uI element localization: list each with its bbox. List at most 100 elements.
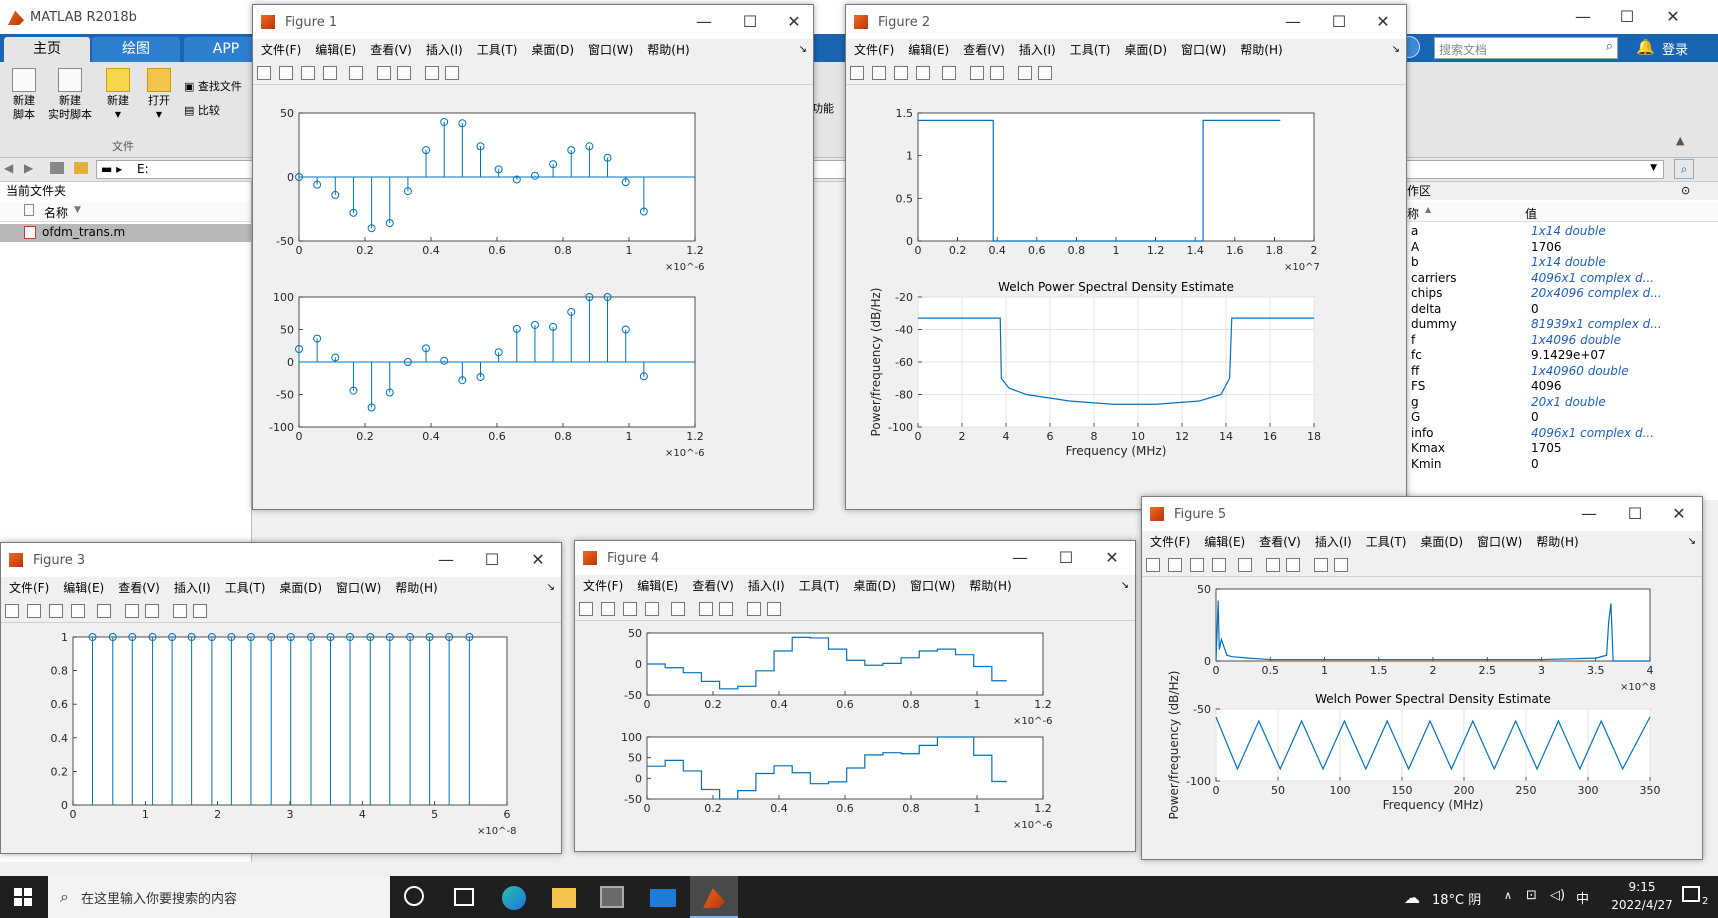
- workspace-row[interactable]: a 1x14 double: [1411, 224, 1606, 241]
- colorbar-icon[interactable]: [970, 66, 984, 80]
- new-script-button[interactable]: 新建 脚本: [6, 68, 42, 122]
- menu-item[interactable]: 桌面(D): [853, 575, 896, 597]
- menu-item[interactable]: 窗口(W): [588, 39, 633, 61]
- menu-item[interactable]: 窗口(W): [1181, 39, 1226, 61]
- legend-icon[interactable]: [1286, 558, 1300, 572]
- pointer-icon[interactable]: [425, 66, 439, 80]
- dock-icon[interactable]: ↘: [547, 577, 555, 599]
- new-figure-icon[interactable]: [257, 66, 271, 80]
- open-button[interactable]: 打开 ▼: [142, 68, 176, 122]
- workspace-row[interactable]: Kmin 0: [1411, 457, 1539, 474]
- open-file-icon[interactable]: [27, 604, 41, 618]
- menu-item[interactable]: 文件(F): [1150, 531, 1190, 553]
- colorbar-icon[interactable]: [699, 602, 713, 616]
- menu-item[interactable]: 帮助(H): [395, 577, 437, 599]
- search-folder-icon[interactable]: ⌕: [1674, 159, 1694, 179]
- workspace-row[interactable]: fc 9.1429e+07: [1411, 348, 1606, 365]
- save-icon[interactable]: [1190, 558, 1204, 572]
- maximize-icon[interactable]: ☐: [1612, 497, 1658, 531]
- minimize-icon[interactable]: —: [423, 543, 469, 577]
- property-editor-icon[interactable]: [193, 604, 207, 618]
- close-icon[interactable]: ✕: [515, 543, 561, 577]
- compare-button[interactable]: ▤ 比较: [184, 104, 220, 118]
- property-editor-icon[interactable]: [445, 66, 459, 80]
- column-header[interactable]: 名称 ▼: [0, 202, 251, 222]
- menu-item[interactable]: 编辑(E): [908, 39, 949, 61]
- menu-item[interactable]: 窗口(W): [336, 577, 381, 599]
- property-editor-icon[interactable]: [767, 602, 781, 616]
- link-icon[interactable]: [97, 604, 111, 618]
- workspace-row[interactable]: ff 1x40960 double: [1411, 364, 1629, 381]
- pointer-icon[interactable]: [1314, 558, 1328, 572]
- notification-icon[interactable]: [1682, 886, 1700, 902]
- menu-item[interactable]: 工具(T): [799, 575, 840, 597]
- tab-plots[interactable]: 绘图: [92, 37, 180, 62]
- new-figure-icon[interactable]: [579, 602, 593, 616]
- ime-indicator[interactable]: 中: [1576, 888, 1589, 907]
- network-icon[interactable]: ⊡: [1526, 888, 1537, 903]
- dock-icon[interactable]: ↘: [799, 39, 807, 61]
- back-arrow-icon[interactable]: ◀: [4, 161, 13, 175]
- menu-item[interactable]: 查看(V): [692, 575, 734, 597]
- colorbar-icon[interactable]: [125, 604, 139, 618]
- windows-start-icon[interactable]: [14, 888, 32, 906]
- menu-item[interactable]: 插入(I): [174, 577, 211, 599]
- close-icon[interactable]: ✕: [1656, 497, 1702, 531]
- minimize-icon[interactable]: —: [681, 5, 727, 39]
- addons-label[interactable]: 功能: [812, 102, 834, 116]
- colorbar-icon[interactable]: [377, 66, 391, 80]
- doc-search-input[interactable]: 搜索文档 ⌕: [1434, 37, 1618, 59]
- open-file-icon[interactable]: [279, 66, 293, 80]
- maximize-icon[interactable]: ☐: [1604, 0, 1650, 34]
- menu-item[interactable]: 桌面(D): [1124, 39, 1167, 61]
- minimize-icon[interactable]: —: [1270, 5, 1316, 39]
- property-editor-icon[interactable]: [1334, 558, 1348, 572]
- workspace-row[interactable]: Kmax 1705: [1411, 441, 1562, 458]
- dock-icon[interactable]: ↘: [1121, 575, 1129, 597]
- new-figure-icon[interactable]: [1146, 558, 1160, 572]
- close-icon[interactable]: ✕: [1650, 0, 1696, 34]
- link-icon[interactable]: [349, 66, 363, 80]
- dock-icon[interactable]: ↘: [1392, 39, 1400, 61]
- menu-item[interactable]: 编辑(E): [63, 577, 104, 599]
- menu-item[interactable]: 编辑(E): [315, 39, 356, 61]
- workspace-row[interactable]: delta 0: [1411, 302, 1539, 319]
- link-icon[interactable]: [671, 602, 685, 616]
- legend-icon[interactable]: [397, 66, 411, 80]
- menu-item[interactable]: 帮助(H): [1240, 39, 1282, 61]
- minimize-icon[interactable]: —: [997, 541, 1043, 575]
- menu-item[interactable]: 查看(V): [370, 39, 412, 61]
- maximize-icon[interactable]: ☐: [469, 543, 515, 577]
- property-editor-icon[interactable]: [1038, 66, 1052, 80]
- open-file-icon[interactable]: [1168, 558, 1182, 572]
- dock-icon[interactable]: ↘: [1688, 531, 1696, 553]
- workspace-row[interactable]: f 1x4096 double: [1411, 333, 1621, 350]
- menu-item[interactable]: 工具(T): [477, 39, 518, 61]
- close-icon[interactable]: ✕: [1360, 5, 1406, 39]
- store-icon[interactable]: [600, 886, 624, 908]
- minimize-icon[interactable]: —: [1566, 497, 1612, 531]
- file-row[interactable]: ofdm_trans.m: [0, 224, 251, 242]
- cortana-icon[interactable]: [404, 886, 424, 906]
- menu-item[interactable]: 文件(F): [583, 575, 623, 597]
- close-icon[interactable]: ✕: [771, 5, 817, 39]
- link-icon[interactable]: [942, 66, 956, 80]
- collapse-ribbon-icon[interactable]: ▲: [1676, 134, 1684, 147]
- save-icon[interactable]: [894, 66, 908, 80]
- legend-icon[interactable]: [145, 604, 159, 618]
- file-explorer-icon[interactable]: [552, 888, 576, 908]
- workspace-row[interactable]: g 20x1 double: [1411, 395, 1606, 412]
- print-icon[interactable]: [1212, 558, 1226, 572]
- legend-icon[interactable]: [719, 602, 733, 616]
- workspace-menu-icon[interactable]: ⊙: [1681, 184, 1690, 197]
- menu-item[interactable]: 文件(F): [854, 39, 894, 61]
- menu-item[interactable]: 文件(F): [261, 39, 301, 61]
- maximize-icon[interactable]: ☐: [1043, 541, 1089, 575]
- menu-item[interactable]: 桌面(D): [531, 39, 574, 61]
- menu-item[interactable]: 工具(T): [1070, 39, 1111, 61]
- new-live-script-button[interactable]: 新建 实时脚本: [46, 68, 94, 122]
- save-icon[interactable]: [301, 66, 315, 80]
- menu-item[interactable]: 查看(V): [1259, 531, 1301, 553]
- workspace-row[interactable]: G0: [1411, 410, 1539, 427]
- search-icon[interactable]: ⌕: [1606, 39, 1613, 54]
